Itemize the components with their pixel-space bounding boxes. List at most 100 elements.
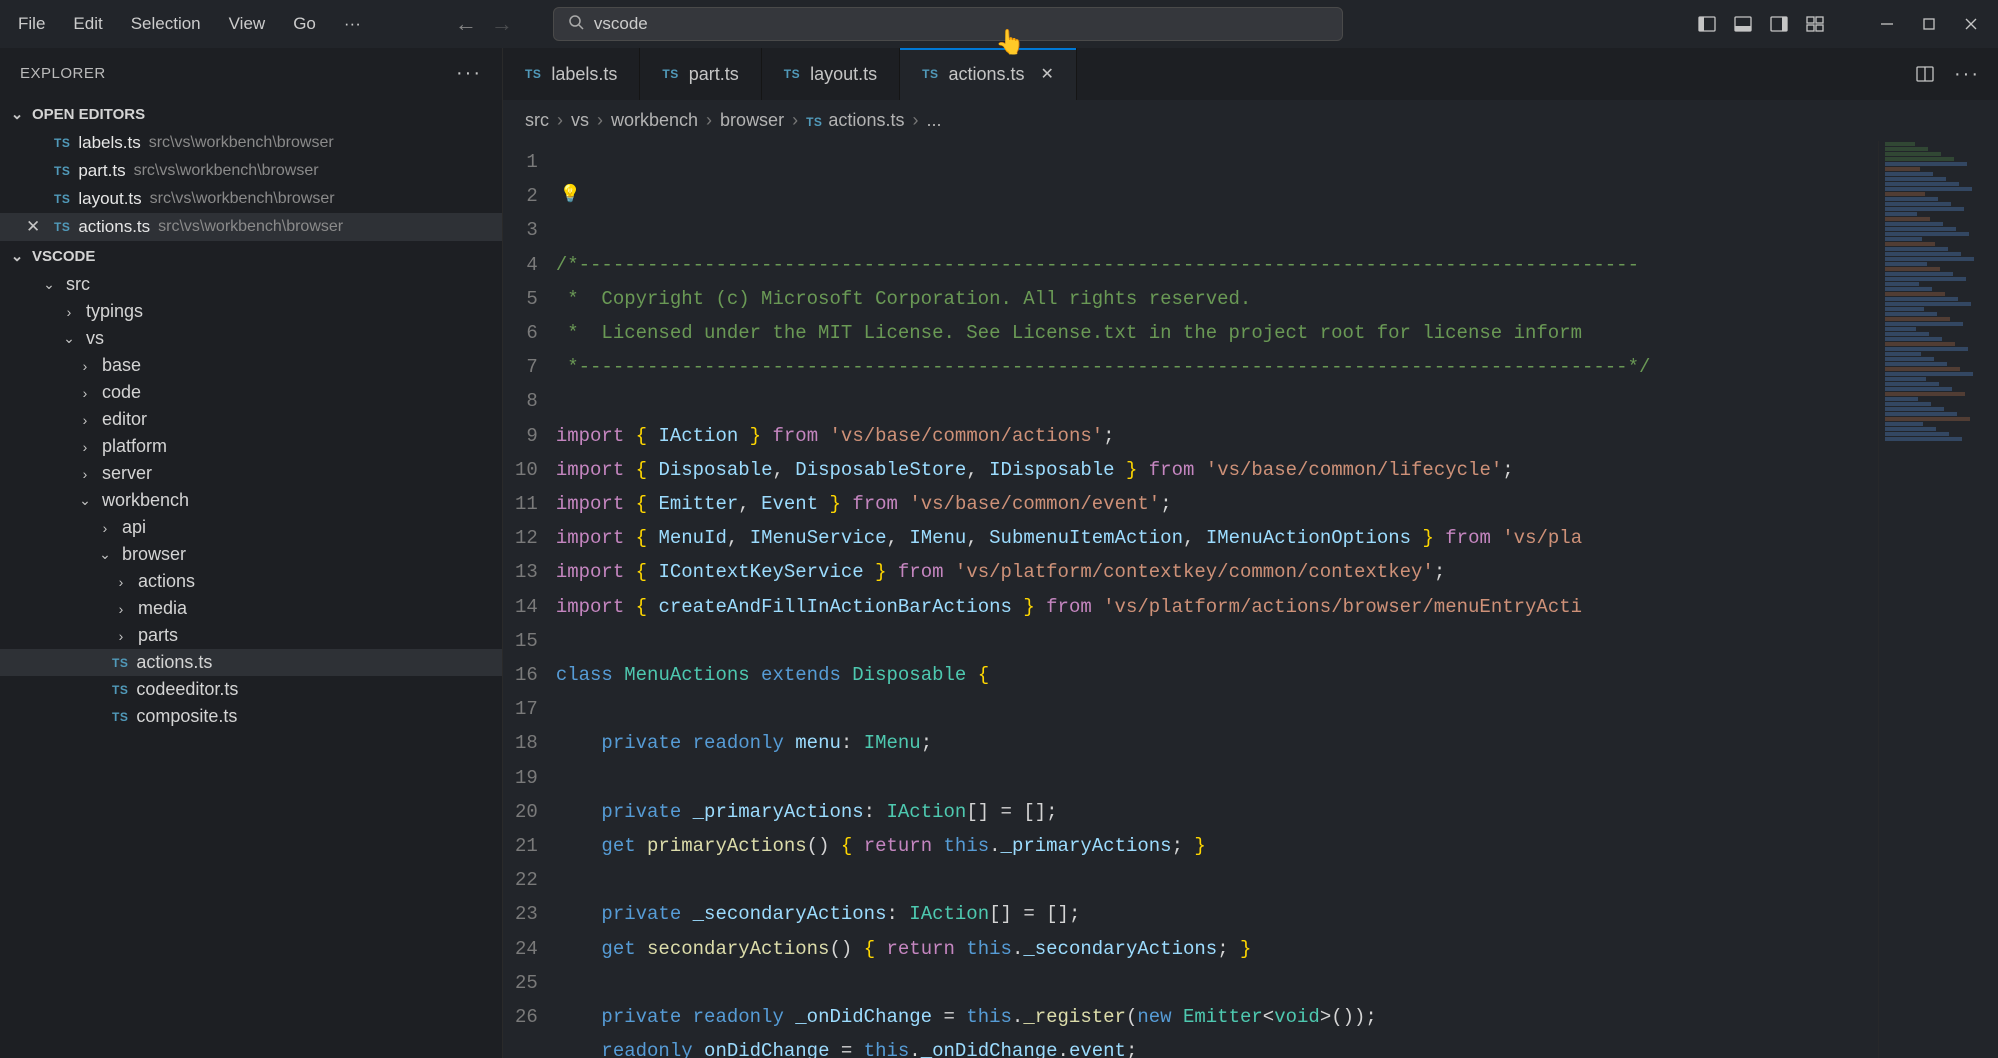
breadcrumb-item[interactable]: browser [720,110,784,131]
more-icon[interactable]: ··· [456,62,482,85]
code-wrap: 1234567891011121314151617181920212223242… [503,141,1998,1058]
editor-tab[interactable]: TSlabels.ts [503,48,640,100]
line-number: 4 [515,248,538,282]
code-line [556,863,1998,897]
tree-folder[interactable]: ›server [0,460,502,487]
tree-label: actions.ts [136,652,212,673]
tree-folder[interactable]: ›media [0,595,502,622]
tree-label: codeeditor.ts [136,679,238,700]
search-icon [568,14,584,35]
tree-label: code [102,382,141,403]
tree-folder[interactable]: ›editor [0,406,502,433]
close-icon[interactable]: ✕ [26,217,46,237]
ts-file-icon: TS [112,683,128,697]
ts-file-icon: TS [112,656,128,670]
tree-folder[interactable]: ⌄vs [0,325,502,352]
tree-file[interactable]: TS codeeditor.ts [0,676,502,703]
tree-folder[interactable]: ›typings [0,298,502,325]
file-path: src\vs\workbench\browser [134,162,319,180]
line-number: 6 [515,316,538,350]
tab-bar: TSlabels.tsTSpart.tsTSlayout.tsTSactions… [503,48,1998,100]
breadcrumb-item[interactable]: src [525,110,549,131]
tree-file[interactable]: TS actions.ts [0,649,502,676]
tree-folder[interactable]: ⌄src [0,271,502,298]
nav-back-icon[interactable]: ← [455,11,477,37]
ts-file-icon: TS [54,220,70,234]
file-tree: ⌄src›typings⌄vs›base›code›editor›platfor… [0,271,502,1058]
split-editor-icon[interactable] [1914,63,1936,85]
breadcrumb-item[interactable]: workbench [611,110,698,131]
breadcrumb-item[interactable]: TSactions.ts [806,110,904,131]
editor-tab[interactable]: TSpart.ts [640,48,761,100]
tab-label: part.ts [689,64,739,85]
layout-customize-icon[interactable] [1804,13,1826,35]
open-editor-item[interactable]: ✕TSpart.tssrc\vs\workbench\browser [0,157,502,185]
open-editor-item[interactable]: ✕TSlayout.tssrc\vs\workbench\browser [0,185,502,213]
line-number: 2 [515,179,538,213]
line-number: 21 [515,829,538,863]
nav-arrows: ← → [455,11,513,37]
tree-folder[interactable]: ›code [0,379,502,406]
line-number: 11 [515,487,538,521]
chevron-icon: ⌄ [60,330,78,347]
workspace-header[interactable]: ⌄ VSCODE [0,241,502,271]
menu-view[interactable]: View [215,8,280,40]
open-editor-item[interactable]: ✕TSactions.tssrc\vs\workbench\browser [0,213,502,241]
nav-forward-icon[interactable]: → [491,11,513,37]
layout-right-icon[interactable] [1768,13,1790,35]
code-line: import { Emitter, Event } from 'vs/base/… [556,487,1998,521]
code-line [556,624,1998,658]
breadcrumb-item[interactable]: vs [571,110,589,131]
breadcrumbs[interactable]: src›vs›workbench›browser›TSactions.ts›..… [503,100,1998,141]
minimap[interactable] [1878,141,1998,1058]
menu-file[interactable]: File [4,8,59,40]
lightbulb-icon[interactable]: 💡 [560,179,581,213]
line-number: 17 [515,692,538,726]
gutter: 1234567891011121314151617181920212223242… [503,141,556,1058]
open-editor-item[interactable]: ✕TSlabels.tssrc\vs\workbench\browser [0,129,502,157]
ts-file-icon: TS [806,115,822,129]
chevron-right-icon: › [597,110,603,131]
open-editors-header[interactable]: ⌄ OPEN EDITORS [0,99,502,129]
tree-folder[interactable]: ›platform [0,433,502,460]
code-line: private readonly _onDidChange = this._re… [556,1000,1998,1034]
editor-tab[interactable]: TSlayout.ts [762,48,900,100]
menu-bar: File Edit Selection View Go ··· [4,8,375,40]
line-number: 18 [515,726,538,760]
ts-file-icon: TS [54,136,70,150]
chevron-icon: › [76,439,94,455]
editor-tab[interactable]: TSactions.ts✕ [900,48,1077,100]
menu-more[interactable]: ··· [330,8,375,40]
chevron-right-icon: › [706,110,712,131]
command-center[interactable]: vscode [553,7,1343,41]
maximize-icon[interactable] [1918,13,1940,35]
chevron-icon: › [112,601,130,617]
chevron-icon: › [112,628,130,644]
ts-file-icon: TS [112,710,128,724]
tree-folder[interactable]: ›actions [0,568,502,595]
layout-bottom-icon[interactable] [1732,13,1754,35]
tree-folder[interactable]: ⌄browser [0,541,502,568]
sidebar: EXPLORER ··· ⌄ OPEN EDITORS ✕TSlabels.ts… [0,48,503,1058]
breadcrumb-item[interactable]: ... [926,110,941,131]
line-number: 22 [515,863,538,897]
tree-file[interactable]: TScomposite.ts [0,703,502,730]
chevron-icon: › [76,412,94,428]
layout-left-icon[interactable] [1696,13,1718,35]
close-window-icon[interactable] [1960,13,1982,35]
code-editor[interactable]: 💡 /*------------------------------------… [556,141,1998,1058]
menu-go[interactable]: Go [279,8,330,40]
tree-folder[interactable]: ›base [0,352,502,379]
tree-folder[interactable]: ⌄workbench [0,487,502,514]
tree-folder[interactable]: ›parts [0,622,502,649]
close-icon[interactable]: ✕ [1041,64,1054,84]
code-line [556,384,1998,418]
menu-selection[interactable]: Selection [117,8,215,40]
chevron-icon: › [112,574,130,590]
minimize-icon[interactable] [1876,13,1898,35]
tree-folder[interactable]: ›api [0,514,502,541]
menu-edit[interactable]: Edit [59,8,116,40]
code-line: readonly onDidChange = this._onDidChange… [556,1034,1998,1058]
editor-more-icon[interactable]: ··· [1954,63,1980,86]
ts-file-icon: TS [922,67,938,81]
